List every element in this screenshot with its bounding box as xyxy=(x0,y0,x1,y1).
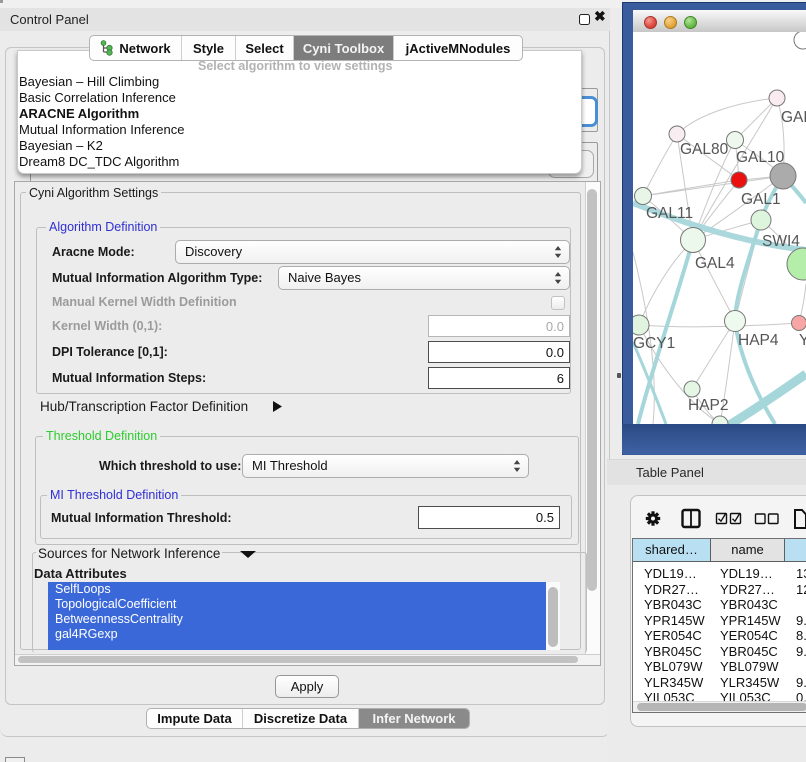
svg-text:GAL80: GAL80 xyxy=(680,141,729,158)
svg-text:GAL7: GAL7 xyxy=(781,109,806,126)
svg-text:HAP2: HAP2 xyxy=(688,397,729,414)
svg-text:GAL10: GAL10 xyxy=(736,149,785,166)
svg-text:GAL4: GAL4 xyxy=(695,255,735,272)
svg-text:GAL1: GAL1 xyxy=(741,191,781,208)
svg-text:SWI4: SWI4 xyxy=(762,233,800,250)
svg-text:Y: Y xyxy=(799,332,806,349)
svg-text:GAL11: GAL11 xyxy=(646,205,693,222)
svg-text:HAP4: HAP4 xyxy=(738,332,779,349)
svg-text:GCY1: GCY1 xyxy=(633,335,675,352)
